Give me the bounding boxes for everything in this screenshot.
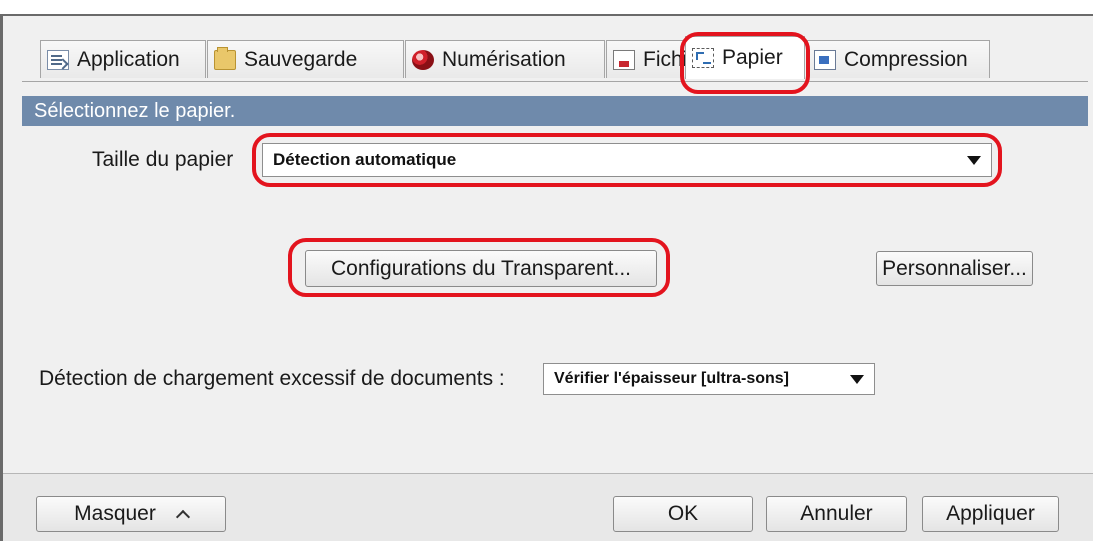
compression-icon: [814, 49, 836, 70]
tab-sauvegarde[interactable]: Sauvegarde: [207, 40, 404, 78]
section-header: Sélectionnez le papier.: [22, 96, 1088, 126]
folder-icon: [214, 46, 236, 70]
hide-button[interactable]: Masquer: [36, 496, 226, 532]
tab-numerisation[interactable]: Numérisation: [405, 40, 605, 78]
window-top-border: [0, 14, 1093, 16]
tab-label: Compression: [844, 47, 968, 71]
chevron-down-icon: [850, 375, 864, 384]
transparent-config-button[interactable]: Configurations du Transparent...: [305, 250, 657, 287]
cancel-button[interactable]: Annuler: [766, 496, 907, 532]
chevron-up-icon: [175, 509, 190, 525]
tab-label: Numérisation: [442, 47, 566, 71]
tab-label: Application: [77, 47, 180, 71]
hide-button-label: Masquer: [74, 502, 156, 525]
customize-button[interactable]: Personnaliser...: [876, 251, 1033, 286]
tab-baseline: [22, 81, 1088, 82]
ok-button[interactable]: OK: [613, 496, 753, 532]
window-right-margin: [1093, 14, 1099, 541]
apply-button[interactable]: Appliquer: [922, 496, 1059, 532]
tab-papier[interactable]: Papier: [685, 36, 805, 79]
file-icon: [613, 49, 635, 70]
scan-icon: [412, 49, 434, 70]
tab-label: Papier: [722, 46, 783, 69]
tab-application[interactable]: Application: [40, 40, 206, 78]
tab-compression[interactable]: Compression: [807, 40, 990, 78]
application-icon: [47, 49, 69, 70]
settings-window: Application Sauvegarde Numérisation Fich…: [0, 0, 1099, 541]
paper-size-select[interactable]: Détection automatique: [262, 143, 992, 177]
tab-label: Sauvegarde: [244, 47, 358, 71]
overload-detection-select[interactable]: Vérifier l'épaisseur [ultra-sons]: [543, 363, 875, 395]
chevron-down-icon: [967, 156, 981, 165]
overload-detection-value: Vérifier l'épaisseur [ultra-sons]: [554, 370, 789, 387]
overload-detection-label: Détection de chargement excessif de docu…: [39, 367, 505, 390]
paper-size-value: Détection automatique: [273, 150, 457, 169]
paper-icon: [692, 48, 714, 68]
window-top-margin: [0, 0, 1099, 14]
paper-size-label: Taille du papier: [92, 148, 234, 171]
window-left-border: [0, 14, 3, 541]
